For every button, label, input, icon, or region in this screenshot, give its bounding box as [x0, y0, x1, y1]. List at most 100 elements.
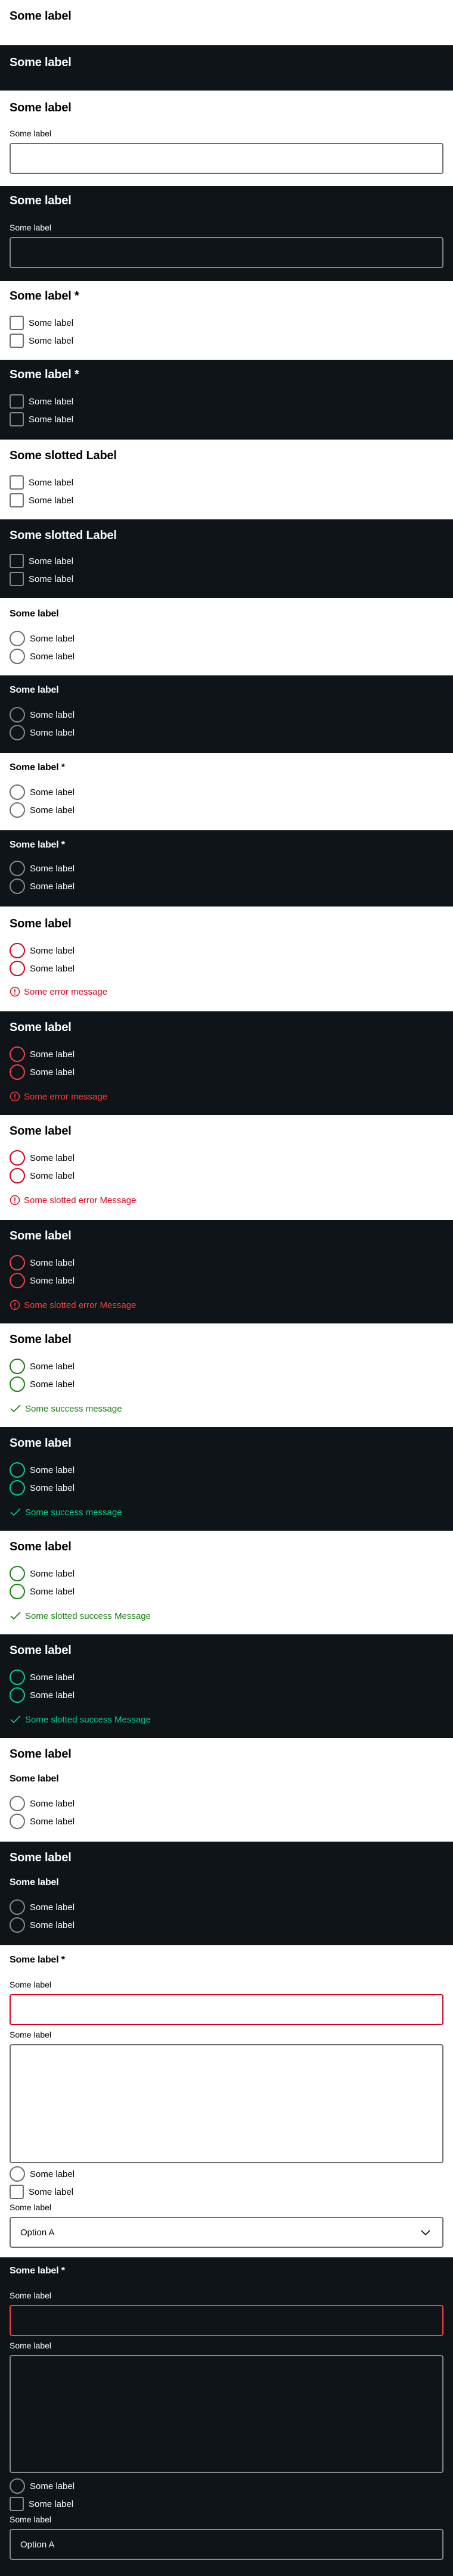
error-message-text: Some error message: [24, 986, 108, 997]
fieldset-mixed-form-dark: Some label * Some label Some label Some …: [0, 2257, 453, 2576]
radio-option[interactable]: Some label: [10, 1687, 75, 1703]
checkbox-option[interactable]: Some label: [10, 314, 73, 331]
checkbox[interactable]: [10, 316, 24, 330]
select-field[interactable]: Option A: [10, 2217, 443, 2248]
radio-option[interactable]: Some label: [10, 802, 75, 818]
radio-button[interactable]: [10, 1480, 25, 1496]
radio-label: Some label: [30, 881, 75, 892]
radio-option[interactable]: Some label: [10, 724, 75, 741]
radio-option[interactable]: Some label: [10, 1899, 75, 1915]
checkbox-option[interactable]: Some label: [10, 332, 73, 349]
error-message-text: Some slotted error Message: [24, 1195, 136, 1206]
radio-button[interactable]: [10, 725, 25, 740]
radio-option[interactable]: Some label: [10, 860, 75, 877]
radio-button[interactable]: [10, 1168, 25, 1183]
success-message-text: Some success message: [25, 1507, 122, 1518]
checkbox[interactable]: [10, 493, 24, 507]
radio-button[interactable]: [10, 1359, 25, 1374]
radio-button[interactable]: [10, 1273, 25, 1288]
checkbox-option[interactable]: Some label: [10, 553, 73, 569]
radio-button[interactable]: [10, 1687, 25, 1703]
radio-option[interactable]: Some label: [10, 1358, 75, 1375]
radio-option[interactable]: Some label: [10, 942, 75, 959]
radio-option[interactable]: Some label: [10, 1046, 75, 1063]
checkbox[interactable]: [10, 554, 24, 568]
radio-button[interactable]: [10, 1462, 25, 1478]
radio-option[interactable]: Some label: [10, 706, 75, 723]
checkbox[interactable]: [10, 475, 24, 490]
radio-button[interactable]: [10, 802, 25, 818]
fieldset-checkbox-slotted-light: Some slotted Label Some label Some label: [0, 440, 453, 519]
error-message: Some error message: [10, 1091, 107, 1102]
radio-option[interactable]: Some label: [10, 1376, 75, 1393]
radio-button[interactable]: [10, 961, 25, 976]
select-value: Option A: [20, 2227, 55, 2238]
checkbox-option[interactable]: Some label: [10, 492, 73, 509]
checkbox-option[interactable]: Some label: [10, 2183, 73, 2200]
radio-button[interactable]: [10, 1669, 25, 1685]
text-input[interactable]: [10, 237, 443, 268]
radio-button[interactable]: [10, 1796, 25, 1811]
radio-option[interactable]: Some label: [10, 1167, 75, 1184]
textarea[interactable]: [10, 2044, 443, 2163]
radio-option[interactable]: Some label: [10, 784, 75, 800]
radio-button[interactable]: [10, 631, 25, 646]
text-input[interactable]: [10, 2305, 443, 2336]
radio-option[interactable]: Some label: [10, 630, 75, 647]
radio-option[interactable]: Some label: [10, 648, 75, 665]
radio-option[interactable]: Some label: [10, 1462, 75, 1478]
radio-button[interactable]: [10, 649, 25, 664]
text-input[interactable]: [10, 1994, 443, 2025]
radio-option[interactable]: Some label: [10, 1917, 75, 1933]
checkbox-option[interactable]: Some label: [10, 474, 73, 491]
radio-option[interactable]: Some label: [10, 1064, 75, 1080]
radio-option[interactable]: Some label: [10, 2166, 75, 2182]
checkbox[interactable]: [10, 572, 24, 586]
radio-button[interactable]: [10, 1584, 25, 1599]
radio-button[interactable]: [10, 861, 25, 876]
radio-button[interactable]: [10, 784, 25, 800]
radio-option[interactable]: Some label: [10, 1150, 75, 1166]
checkbox[interactable]: [10, 412, 24, 426]
fieldset-radio-slotted-error-dark: Some label Some label Some label Some sl…: [0, 1220, 453, 1323]
checkbox[interactable]: [10, 334, 24, 348]
radio-option[interactable]: Some label: [10, 1583, 75, 1600]
radio-button[interactable]: [10, 2478, 25, 2494]
radio-option[interactable]: Some label: [10, 1479, 75, 1496]
radio-option[interactable]: Some label: [10, 1669, 75, 1686]
text-input[interactable]: [10, 143, 443, 174]
textarea[interactable]: [10, 2355, 443, 2473]
radio-button[interactable]: [10, 1255, 25, 1270]
radio-button[interactable]: [10, 707, 25, 722]
textarea-label: Some label: [10, 2341, 52, 2350]
radio-button[interactable]: [10, 1917, 25, 1933]
radio-button[interactable]: [10, 1064, 25, 1080]
checkbox-option[interactable]: Some label: [10, 411, 73, 428]
radio-option[interactable]: Some label: [10, 1795, 75, 1812]
select-field[interactable]: Option A: [10, 2529, 443, 2560]
radio-option[interactable]: Some label: [10, 960, 75, 977]
radio-option[interactable]: Some label: [10, 1272, 75, 1289]
radio-button[interactable]: [10, 1150, 25, 1166]
radio-button[interactable]: [10, 1566, 25, 1581]
checkbox-option[interactable]: Some label: [10, 2496, 73, 2512]
radio-button[interactable]: [10, 943, 25, 958]
radio-button[interactable]: [10, 1899, 25, 1915]
radio-button[interactable]: [10, 879, 25, 894]
radio-button[interactable]: [10, 1046, 25, 1062]
radio-option[interactable]: Some label: [10, 2478, 75, 2494]
radio-option[interactable]: Some label: [10, 1254, 75, 1271]
radio-button[interactable]: [10, 2166, 25, 2182]
radio-option[interactable]: Some label: [10, 1813, 75, 1830]
checkbox[interactable]: [10, 2497, 24, 2511]
nested-fieldset-legend: Some label: [10, 1877, 59, 1887]
radio-label: Some label: [30, 1257, 75, 1268]
radio-option[interactable]: Some label: [10, 1565, 75, 1582]
checkbox-option[interactable]: Some label: [10, 393, 73, 410]
radio-button[interactable]: [10, 1376, 25, 1392]
checkbox-option[interactable]: Some label: [10, 571, 73, 587]
checkbox[interactable]: [10, 2185, 24, 2199]
radio-option[interactable]: Some label: [10, 878, 75, 895]
radio-button[interactable]: [10, 1814, 25, 1829]
checkbox[interactable]: [10, 394, 24, 409]
